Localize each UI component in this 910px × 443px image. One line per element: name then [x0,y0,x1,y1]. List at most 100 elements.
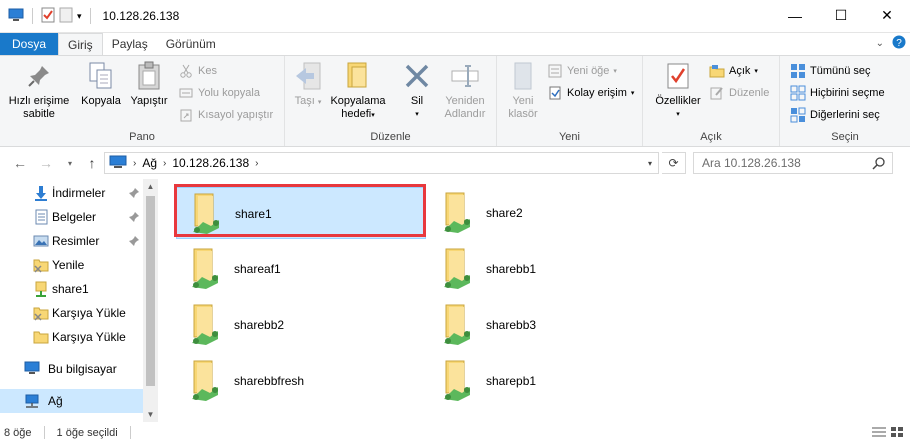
paste-shortcut-button[interactable]: Kısayol yapıştır [178,106,273,124]
group-clipboard: Hızlı erişime sabitle Kopyala Yapıştır K… [0,56,285,146]
cut-button[interactable]: Kes [178,62,217,80]
nav-label: Karşıya Yükle [52,306,126,320]
edit-button[interactable]: Düzenle [709,84,769,102]
select-all-button[interactable]: Tümünü seç [790,62,871,80]
pin-quick-access-button[interactable]: Hızlı erişime sabitle [2,60,76,121]
delete-button[interactable]: Sil ▾ [397,60,437,121]
edit-label: Düzenle [729,87,770,99]
breadcrumb-network[interactable]: Ağ [142,156,157,170]
refresh-button[interactable]: ⟳ [662,152,686,174]
easy-access-button[interactable]: Kolay erişim ▾ [547,84,634,102]
nav-item-yenile[interactable]: Yenile [0,253,143,277]
rename-button[interactable]: Yeniden Adlandır [437,60,493,121]
properties-caret[interactable]: ▾ [676,108,680,121]
address-dropdown-icon[interactable]: ▾ [648,159,652,168]
delete-dropdown-caret[interactable]: ▾ [415,108,419,121]
breadcrumb-separator-icon[interactable]: › [133,158,136,169]
shared-folder-icon [188,247,220,291]
minimize-button[interactable]: — [772,0,818,31]
highlight-annotation-box [174,184,426,237]
back-arrow-icon[interactable]: ← [10,153,30,173]
nav-item-upload-1[interactable]: Karşıya Yükle [0,301,143,325]
svg-text:?: ? [896,38,902,49]
breadcrumb-separator-icon[interactable]: › [163,158,166,169]
nav-item-downloads[interactable]: İndirmeler [0,181,143,205]
documents-icon [33,209,49,225]
customize-toolbar-icon[interactable]: ▾ [77,11,82,22]
nav-scrollbar[interactable]: ▲ ▼ [143,179,158,422]
group-label-organize: Düzenle [370,131,411,143]
copy-to-icon [342,60,374,92]
new-folder-icon[interactable] [59,7,73,26]
nav-item-share1[interactable]: share1 [0,277,143,301]
help-icon[interactable]: ? [892,35,906,52]
tab-home[interactable]: Giriş [58,33,103,55]
open-button[interactable]: Açık ▾ [709,62,758,80]
computer-icon[interactable] [8,8,24,25]
breadcrumb-separator-icon[interactable]: › [255,158,258,169]
move-to-label: Taşı ▾ [294,95,322,107]
share-item-sharebb2[interactable]: sharebb2 [176,299,426,351]
share-name: shareaf1 [234,262,281,276]
share-name: share2 [486,206,523,220]
scrollbar-thumb[interactable] [146,196,155,386]
share-item-sharebb3[interactable]: sharebb3 [428,299,678,351]
share-item-share2[interactable]: share2 [428,187,678,239]
new-folder-button[interactable]: Yeni klasör [503,60,543,121]
copy-to-button[interactable]: Kopyalama hedefi▾ [327,60,389,122]
copy-label: Kopyala [81,95,121,107]
maximize-button[interactable]: ☐ [818,0,864,31]
shared-folder-icon [440,247,472,291]
easy-access-caret: ▾ [630,90,635,97]
edit-icon [709,85,725,101]
download-icon [33,185,49,201]
paste-label: Yapıştır [130,95,168,107]
large-icons-view-icon[interactable] [890,426,904,441]
share-item-shareaf1[interactable]: shareaf1 [176,243,426,295]
move-to-button[interactable]: Taşı ▾ [289,60,327,109]
nav-item-this-pc[interactable]: Bu bilgisayar [0,357,143,381]
invert-selection-button[interactable]: Diğerlerini seç [790,106,880,124]
tab-view[interactable]: Görünüm [157,33,225,55]
search-icon [872,156,886,173]
properties-label: Özellikler [655,95,701,107]
share-item-sharebbfresh[interactable]: sharebbfresh [176,355,426,407]
paste-button[interactable]: Yapıştır [124,60,174,108]
new-item-button[interactable]: Yeni öğe ▾ [547,62,617,80]
invert-selection-icon [790,107,806,123]
properties-check-icon [662,60,694,92]
open-folder-icon [709,63,725,79]
new-folder-label-line2: klasör [508,108,538,120]
nav-item-upload-2[interactable]: Karşıya Yükle [0,325,143,349]
recent-locations-icon[interactable]: ▾ [60,153,80,173]
easy-access-icon [547,85,563,101]
share-name: sharebbfresh [234,374,305,388]
scroll-up-icon[interactable]: ▲ [143,179,158,194]
nav-item-documents[interactable]: Belgeler [0,205,143,229]
details-view-icon[interactable] [872,426,886,441]
nav-label: Resimler [52,234,100,248]
group-organize: Taşı ▾ Kopyalama hedefi▾ Sil ▾ Yeniden A… [285,56,497,146]
up-arrow-icon[interactable]: ↑ [82,153,102,173]
properties-icon[interactable] [41,7,55,26]
share-item-sharepb1[interactable]: sharepb1 [428,355,678,407]
search-input[interactable]: Ara 10.128.26.138 [693,152,893,174]
breadcrumb-host[interactable]: 10.128.26.138 [172,156,249,170]
open-caret: ▾ [754,68,758,75]
share-item-sharebb1[interactable]: sharebb1 [428,243,678,295]
nav-item-network[interactable]: Ağ [0,389,143,413]
nav-item-pictures[interactable]: Resimler [0,229,143,253]
rename-label-line2: Adlandır [444,108,486,120]
collapse-ribbon-icon[interactable]: ⌄ [876,38,884,49]
copy-path-button[interactable]: Yolu kopyala [178,84,260,102]
forward-arrow-icon[interactable]: → [36,153,56,173]
scroll-down-icon[interactable]: ▼ [143,407,158,422]
select-none-button[interactable]: Hiçbirini seçme [790,84,885,102]
close-button[interactable]: ✕ [864,0,910,31]
tab-share[interactable]: Paylaş [103,33,157,55]
address-bar[interactable]: › Ağ › 10.128.26.138 › ▾ [104,152,659,174]
tab-file[interactable]: Dosya [0,33,59,55]
copy-button[interactable]: Kopyala [78,60,124,108]
properties-button[interactable]: Özellikler ▾ [649,60,707,121]
select-none-label: Hiçbirini seçme [810,87,885,99]
